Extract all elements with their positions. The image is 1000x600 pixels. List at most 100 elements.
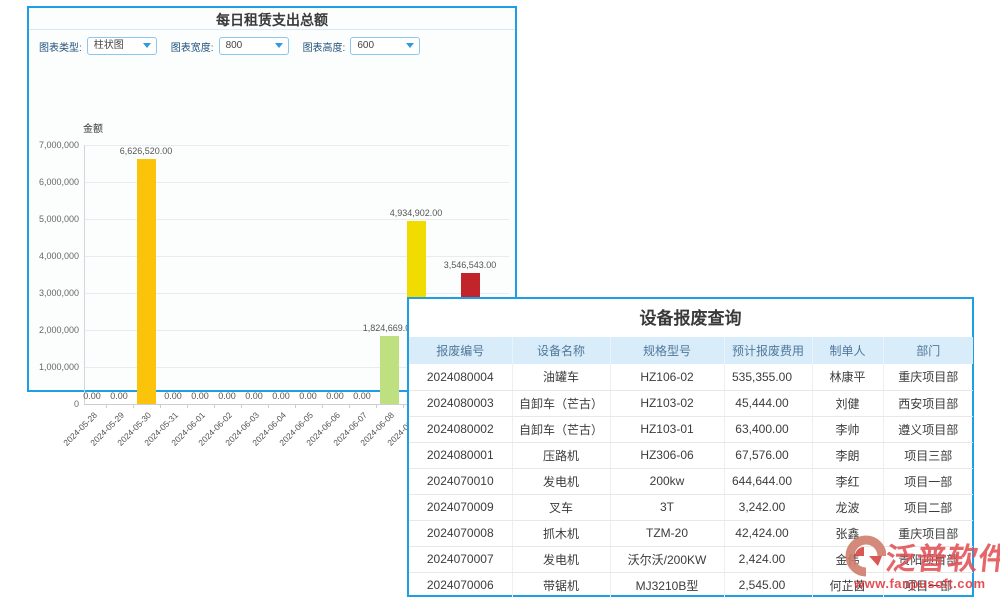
column-header: 制单人 <box>812 337 883 364</box>
table-cell-link[interactable]: 压路机 <box>512 442 610 468</box>
table-cell-link[interactable]: 林康平 <box>812 364 883 390</box>
table-cell-link[interactable]: 抓木机 <box>512 520 610 546</box>
table-cell-link[interactable]: 叉车 <box>512 494 610 520</box>
x-tick-mark <box>241 404 242 408</box>
x-tick-mark <box>403 404 404 408</box>
chart-height-label: 图表高度: <box>303 39 346 54</box>
table-cell-link[interactable]: 李帅 <box>812 416 883 442</box>
table-cell-link[interactable]: 2024080001 <box>409 442 512 468</box>
table-header-row: 报废编号设备名称规格型号预计报废费用制单人部门 <box>409 337 973 364</box>
y-tick-label: 2,000,000 <box>29 325 79 335</box>
chevron-down-icon <box>143 43 151 48</box>
chart-height-group: 图表高度: 600 <box>303 37 421 55</box>
y-tick-label: 5,000,000 <box>29 214 79 224</box>
table-cell-link[interactable]: 2024070007 <box>409 546 512 572</box>
table-cell: 贵阳项目部 <box>883 546 973 572</box>
table-cell-link[interactable]: 2024070008 <box>409 520 512 546</box>
table-cell: 重庆项目部 <box>883 520 973 546</box>
table-cell: 200kw <box>610 468 724 494</box>
y-tick-label: 0 <box>29 399 79 409</box>
bar-value-label: 0.00 <box>353 391 371 401</box>
bar-value-label: 0.00 <box>299 391 317 401</box>
table-cell-link[interactable]: 2024070009 <box>409 494 512 520</box>
chart-width-label: 图表宽度: <box>171 39 214 54</box>
table-cell-link[interactable]: 2024080002 <box>409 416 512 442</box>
table-cell-link[interactable]: 何芷茵 <box>812 572 883 598</box>
table-cell-link[interactable]: 李红 <box>812 468 883 494</box>
bar-value-label: 0.00 <box>83 391 101 401</box>
table-cell-link[interactable]: 2024070010 <box>409 468 512 494</box>
x-tick-mark <box>187 404 188 408</box>
chart-toolbar: 图表类型: 柱状图 图表宽度: 800 图表高度: 600 <box>29 30 515 62</box>
column-header: 预计报废费用 <box>724 337 812 364</box>
table-cell: 项目二部 <box>883 494 973 520</box>
table-cell-link[interactable]: 油罐车 <box>512 364 610 390</box>
table-cell-link[interactable]: 张鑫 <box>812 520 883 546</box>
table-row: 2024080004油罐车HZ106-02535,355.00林康平重庆项目部 <box>409 364 973 390</box>
table-cell-link[interactable]: 李朗 <box>812 442 883 468</box>
column-header: 规格型号 <box>610 337 724 364</box>
bar-value-label: 6,626,520.00 <box>120 146 173 156</box>
chevron-down-icon <box>275 43 283 48</box>
table-cell-link[interactable]: 龙波 <box>812 494 883 520</box>
y-tick-label: 6,000,000 <box>29 177 79 187</box>
bar-value-label: 0.00 <box>164 391 182 401</box>
table-row: 2024070009叉车3T3,242.00龙波项目二部 <box>409 494 973 520</box>
table-cell-link[interactable]: 刘健 <box>812 390 883 416</box>
bar-value-label: 0.00 <box>218 391 236 401</box>
table-cell: 2,424.00 <box>724 546 812 572</box>
table-cell: 西安项目部 <box>883 390 973 416</box>
x-tick-mark <box>376 404 377 408</box>
chart-width-select[interactable]: 800 <box>219 37 289 55</box>
y-tick-label: 7,000,000 <box>29 140 79 150</box>
chart-width-value: 800 <box>226 40 243 51</box>
bar <box>380 336 399 404</box>
x-tick-mark <box>160 404 161 408</box>
bar-value-label: 0.00 <box>110 391 128 401</box>
x-tick-mark <box>133 404 134 408</box>
bar-value-label: 0.00 <box>245 391 263 401</box>
bar-value-label: 3,546,543.00 <box>444 260 497 270</box>
table-cell: HZ306-06 <box>610 442 724 468</box>
table-cell: 3,242.00 <box>724 494 812 520</box>
table-cell: 3T <box>610 494 724 520</box>
table-cell-link[interactable]: 2024080003 <box>409 390 512 416</box>
table-cell: 项目三部 <box>883 442 973 468</box>
table-cell-link[interactable]: 金伟 <box>812 546 883 572</box>
table-cell: 项目一部 <box>883 572 973 598</box>
chart-type-label: 图表类型: <box>39 39 82 54</box>
chart-type-group: 图表类型: 柱状图 <box>39 37 157 55</box>
table-cell: 63,400.00 <box>724 416 812 442</box>
y-tick-label: 3,000,000 <box>29 288 79 298</box>
x-tick-mark <box>295 404 296 408</box>
table-row: 2024080001压路机HZ306-0667,576.00李朗项目三部 <box>409 442 973 468</box>
column-header: 部门 <box>883 337 973 364</box>
table-cell-link[interactable]: 发电机 <box>512 468 610 494</box>
chart-type-select[interactable]: 柱状图 <box>87 37 157 55</box>
x-tick-mark <box>106 404 107 408</box>
x-tick-mark <box>349 404 350 408</box>
table-cell: HZ106-02 <box>610 364 724 390</box>
x-tick-mark <box>268 404 269 408</box>
table-cell: HZ103-01 <box>610 416 724 442</box>
table-cell: MJ3210B型 <box>610 572 724 598</box>
scrap-table: 报废编号设备名称规格型号预计报废费用制单人部门2024080004油罐车HZ10… <box>409 337 973 598</box>
x-tick-mark <box>214 404 215 408</box>
table-cell: 644,644.00 <box>724 468 812 494</box>
table-cell-link[interactable]: 自卸车（芒古） <box>512 416 610 442</box>
table-cell: 遵义项目部 <box>883 416 973 442</box>
table-cell-link[interactable]: 2024070006 <box>409 572 512 598</box>
table-cell-link[interactable]: 带锯机 <box>512 572 610 598</box>
table-cell: 535,355.00 <box>724 364 812 390</box>
table-cell-link[interactable]: 自卸车（芒古） <box>512 390 610 416</box>
table-cell-link[interactable]: 2024080004 <box>409 364 512 390</box>
chart-height-value: 600 <box>357 40 374 51</box>
table-row: 2024070006带锯机MJ3210B型2,545.00何芷茵项目一部 <box>409 572 973 598</box>
y-tick-label: 4,000,000 <box>29 251 79 261</box>
x-tick-mark <box>322 404 323 408</box>
chart-height-select[interactable]: 600 <box>350 37 420 55</box>
table-row: 2024080002自卸车（芒古）HZ103-0163,400.00李帅遵义项目… <box>409 416 973 442</box>
table-cell: 沃尔沃/200KW <box>610 546 724 572</box>
y-tick-label: 1,000,000 <box>29 362 79 372</box>
table-cell-link[interactable]: 发电机 <box>512 546 610 572</box>
